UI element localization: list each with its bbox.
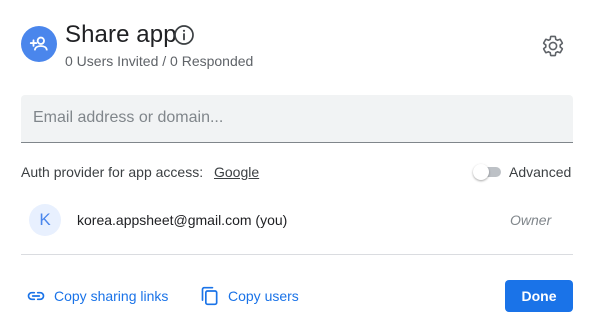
auth-provider-label: Auth provider for app access: [21, 164, 204, 180]
copy-users-button[interactable]: Copy users [200, 285, 299, 307]
copy-icon [200, 286, 220, 306]
email-field-container [21, 95, 573, 143]
dialog-title: Share app [65, 21, 177, 48]
toggle-thumb [473, 164, 489, 180]
link-icon [26, 286, 46, 306]
advanced-toggle[interactable] [473, 164, 501, 180]
info-icon[interactable] [173, 24, 195, 46]
share-app-dialog: Share app 0 Users Invited / 0 Responded … [0, 0, 595, 335]
user-email: korea.appsheet@gmail.com (you) [77, 212, 288, 228]
divider [21, 254, 573, 255]
person-add-glyph [29, 36, 48, 51]
avatar: K [29, 204, 61, 236]
done-button[interactable]: Done [505, 280, 573, 312]
copy-sharing-links-label: Copy sharing links [54, 288, 169, 304]
advanced-label: Advanced [509, 164, 572, 180]
auth-provider-link[interactable]: Google [214, 163, 259, 181]
email-input[interactable] [33, 95, 561, 141]
copy-sharing-links-button[interactable]: Copy sharing links [26, 285, 168, 307]
invite-status: 0 Users Invited / 0 Responded [65, 53, 254, 69]
copy-users-label: Copy users [228, 288, 299, 304]
user-role: Owner [510, 212, 552, 228]
person-add-icon [21, 26, 57, 62]
gear-icon[interactable] [541, 34, 565, 58]
